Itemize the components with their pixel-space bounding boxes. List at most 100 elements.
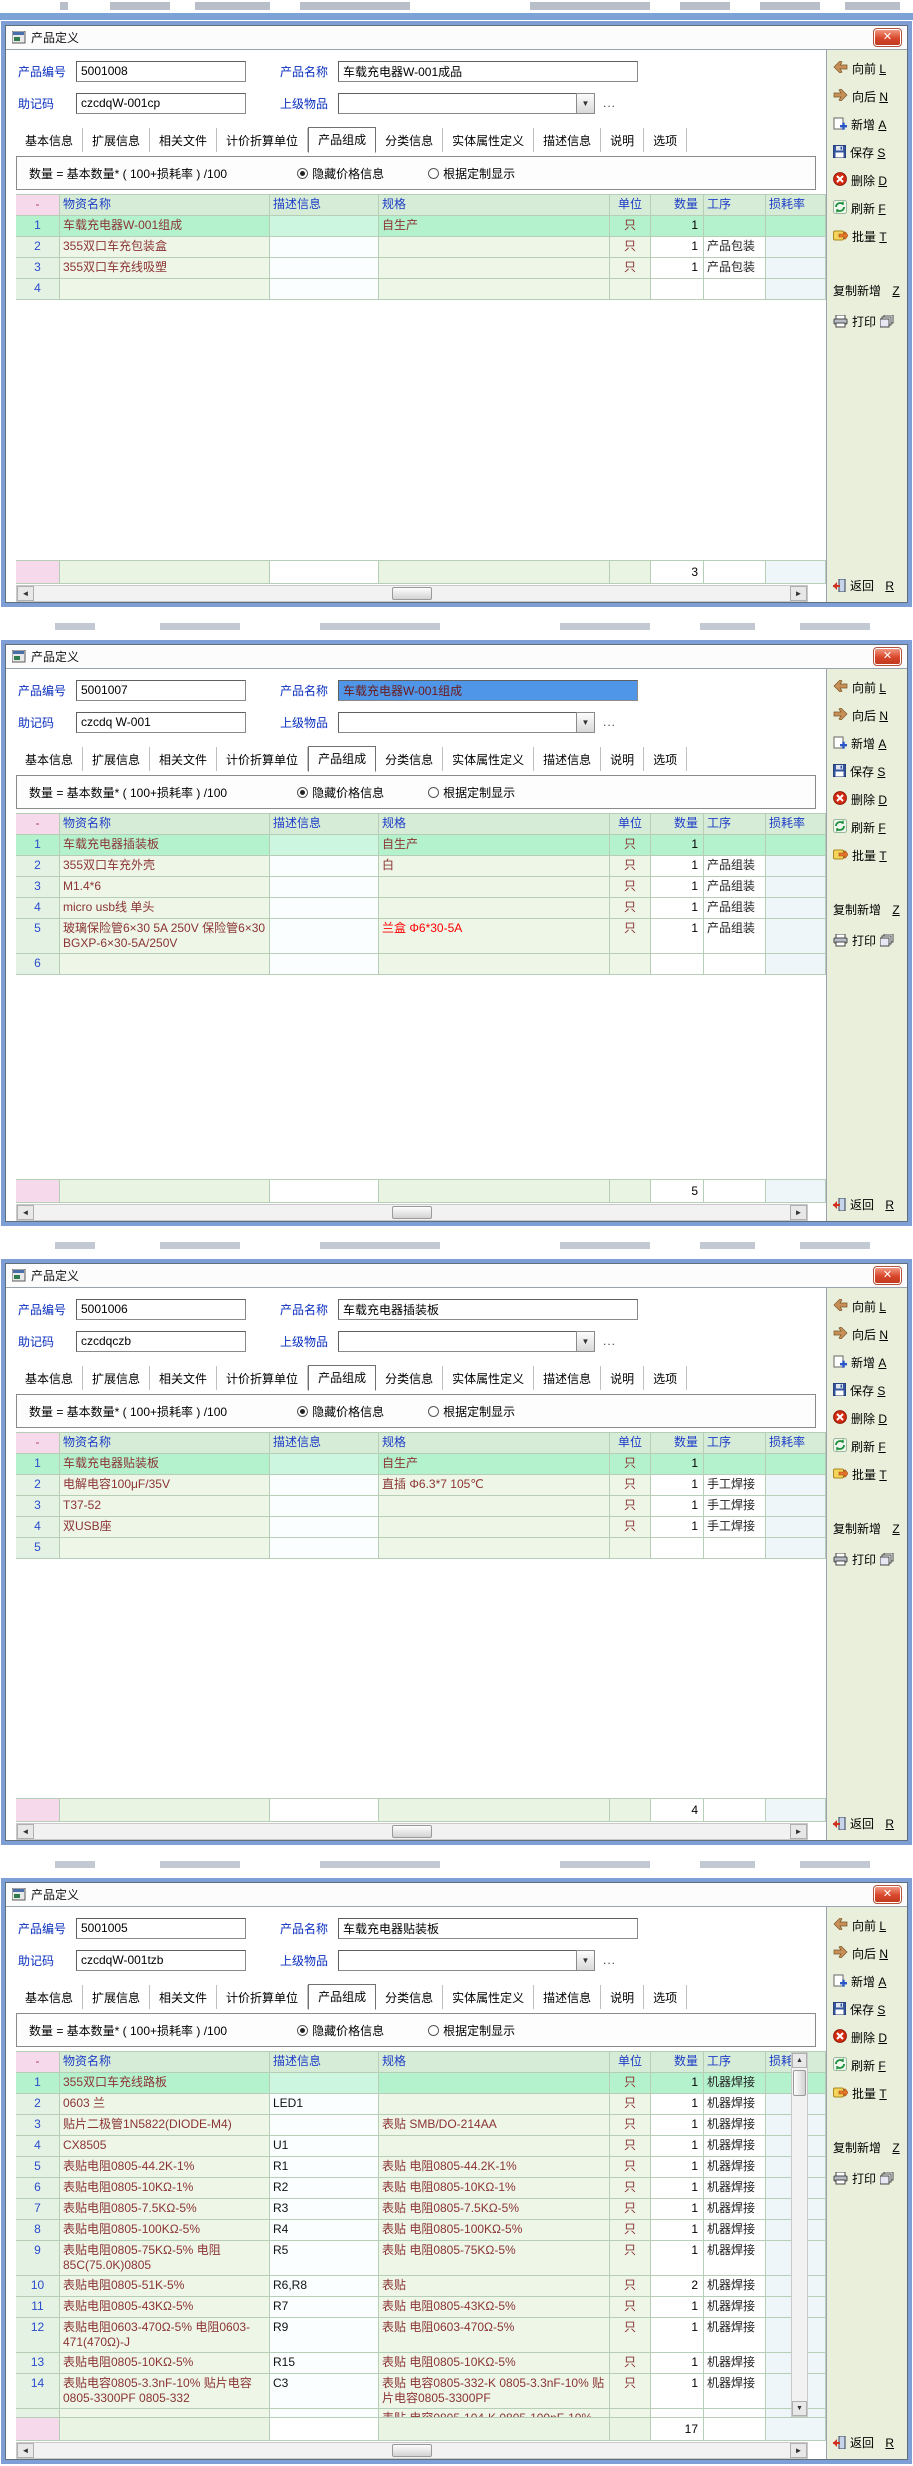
cell-quantity[interactable]	[651, 954, 704, 974]
cell-spec[interactable]	[379, 898, 610, 918]
cell-process[interactable]: 手工焊接	[704, 1517, 766, 1537]
cell-material-name[interactable]: M1.4*6	[60, 877, 270, 897]
row-number[interactable]: 2	[16, 856, 60, 876]
cell-material-name[interactable]: 车载充电器贴装板	[60, 1454, 270, 1474]
row-number[interactable]: 2	[16, 2094, 60, 2114]
cell-loss-rate[interactable]	[766, 1454, 826, 1474]
向后-button[interactable]: 向后 N	[833, 1945, 907, 1962]
刷新-button[interactable]: 刷新 F	[833, 819, 907, 836]
row-number[interactable]: 5	[16, 919, 60, 953]
row-number[interactable]: 2	[16, 1475, 60, 1495]
cell-description[interactable]: C3	[270, 2374, 379, 2408]
column-header-7[interactable]: 损耗率	[766, 814, 826, 834]
row-number[interactable]: 2	[16, 237, 60, 257]
column-header-2[interactable]: 描述信息	[270, 814, 379, 834]
row-number[interactable]: 4	[16, 2136, 60, 2156]
print-button[interactable]: 打印	[833, 1551, 907, 1568]
cell-spec[interactable]: 表贴 电容0805-104-K 0805-100nF-10%	[379, 2409, 610, 2417]
tab-5[interactable]: 分类信息	[376, 1366, 443, 1390]
tab-1[interactable]: 扩展信息	[83, 747, 150, 771]
product-name-input[interactable]	[338, 1918, 638, 1939]
column-header-5[interactable]: 数量	[651, 814, 704, 834]
return-button[interactable]: 返回 R	[833, 2434, 907, 2451]
column-header-1[interactable]: 物资名称	[60, 2052, 270, 2072]
cell-description[interactable]: R2	[270, 2178, 379, 2198]
cell-material-name[interactable]: T37-52	[60, 1496, 270, 1516]
cell-process[interactable]: 机器焊接	[704, 2297, 766, 2317]
cell-description[interactable]	[270, 1475, 379, 1495]
scroll-right-icon[interactable]: ►	[790, 1205, 807, 1220]
column-header-1[interactable]: 物资名称	[60, 1433, 270, 1453]
删除-button[interactable]: 删除 D	[833, 791, 907, 808]
cell-process[interactable]: 产品组装	[704, 919, 766, 953]
cell-process[interactable]: 机器焊接	[704, 2178, 766, 2198]
cell-description[interactable]: R9	[270, 2318, 379, 2352]
cell-process[interactable]: 产品组装	[704, 856, 766, 876]
tab-9[interactable]: 选项	[644, 128, 687, 152]
cell-description[interactable]	[270, 216, 379, 236]
新增-button[interactable]: 新增 A	[833, 735, 907, 752]
table-row[interactable]: 7表贴电阻0805-7.5KΩ-5%R3表贴 电阻0805-7.5KΩ-5%只1…	[16, 2199, 826, 2220]
column-header-4[interactable]: 单位	[610, 195, 651, 215]
column-header-7[interactable]: 损耗率	[766, 1433, 826, 1453]
table-row[interactable]: 1355双口车充线路板只1机器焊接	[16, 2073, 826, 2094]
cell-spec[interactable]: 表贴 电阻0805-7.5KΩ-5%	[379, 2199, 610, 2219]
cell-unit[interactable]: 只	[610, 2353, 651, 2373]
cell-unit[interactable]	[610, 1538, 651, 1558]
cell-quantity[interactable]: 1	[651, 2073, 704, 2093]
radio-hide-price[interactable]: 隐藏价格信息	[297, 2022, 384, 2039]
table-row[interactable]: 3355双口车充线吸塑只1产品包装	[16, 258, 826, 279]
cell-quantity[interactable]: 1	[651, 2136, 704, 2156]
horizontal-scroll-thumb[interactable]	[392, 587, 432, 600]
cell-spec[interactable]	[379, 1517, 610, 1537]
cell-description[interactable]: R4	[270, 2220, 379, 2240]
radio-custom-display[interactable]: 根据定制显示	[428, 2022, 515, 2039]
cell-quantity[interactable]: 1	[651, 237, 704, 257]
cell-spec[interactable]: 表贴	[379, 2276, 610, 2296]
column-header-3[interactable]: 规格	[379, 195, 610, 215]
cell-material-name[interactable]: 表贴电阻0805-10KΩ-5%	[60, 2353, 270, 2373]
cell-material-name[interactable]: 355双口车充线吸塑	[60, 258, 270, 278]
tab-4[interactable]: 产品组成	[308, 1365, 376, 1391]
cell-description[interactable]: R7	[270, 2297, 379, 2317]
radio-unselected-icon[interactable]	[428, 1406, 439, 1417]
cell-material-name[interactable]: 表贴电阻0805-75KΩ-5% 电阻85C(75.0K)0805	[60, 2241, 270, 2275]
table-row[interactable]: 5	[16, 1538, 826, 1559]
cell-spec[interactable]	[379, 1496, 610, 1516]
table-row[interactable]: 8表贴电阻0805-100KΩ-5%R4表贴 电阻0805-100KΩ-5%只1…	[16, 2220, 826, 2241]
cell-unit[interactable]: 只	[610, 2276, 651, 2296]
return-button[interactable]: 返回 R	[833, 577, 907, 594]
cell-process[interactable]: 产品包装	[704, 237, 766, 257]
cell-process[interactable]: 产品组装	[704, 877, 766, 897]
horizontal-scrollbar[interactable]: ◄ ►	[16, 585, 808, 602]
cell-quantity[interactable]: 1	[651, 2353, 704, 2373]
row-number[interactable]: 6	[16, 2178, 60, 2198]
scroll-right-icon[interactable]: ►	[790, 2443, 807, 2458]
cell-material-name[interactable]: 355双口车充外壳	[60, 856, 270, 876]
cell-loss-rate[interactable]	[766, 1496, 826, 1516]
tab-4[interactable]: 产品组成	[308, 127, 376, 153]
删除-button[interactable]: 删除 D	[833, 1410, 907, 1427]
cell-process[interactable]: 产品包装	[704, 258, 766, 278]
copy-new-button[interactable]: 复制新增 Z	[833, 901, 907, 918]
cell-process[interactable]: 机器焊接	[704, 2276, 766, 2296]
cell-spec[interactable]: 自生产	[379, 216, 610, 236]
radio-unselected-icon[interactable]	[428, 168, 439, 179]
向前-button[interactable]: 向前 L	[833, 60, 907, 77]
row-number[interactable]: 6	[16, 954, 60, 974]
column-header-0[interactable]: -	[16, 1433, 60, 1453]
cell-process[interactable]	[704, 954, 766, 974]
cell-process[interactable]: 机器焊接	[704, 2318, 766, 2352]
tab-6[interactable]: 实体属性定义	[443, 747, 534, 771]
cell-unit[interactable]: 只	[610, 1517, 651, 1537]
cell-spec[interactable]: 表贴 电容0805-332-K 0805-3.3nF-10% 贴片电容0805-…	[379, 2374, 610, 2408]
cell-spec[interactable]: 表贴 电阻0805-75KΩ-5%	[379, 2241, 610, 2275]
scroll-right-icon[interactable]: ►	[790, 1824, 807, 1839]
row-number[interactable]: 5	[16, 2157, 60, 2177]
cell-unit[interactable]: 只	[610, 2073, 651, 2093]
tab-2[interactable]: 相关文件	[150, 1366, 217, 1390]
vertical-scrollbar[interactable]: ▲▼	[791, 2052, 808, 2417]
向前-button[interactable]: 向前 L	[833, 1917, 907, 1934]
cell-description[interactable]	[270, 1538, 379, 1558]
product-name-input[interactable]	[338, 680, 638, 701]
